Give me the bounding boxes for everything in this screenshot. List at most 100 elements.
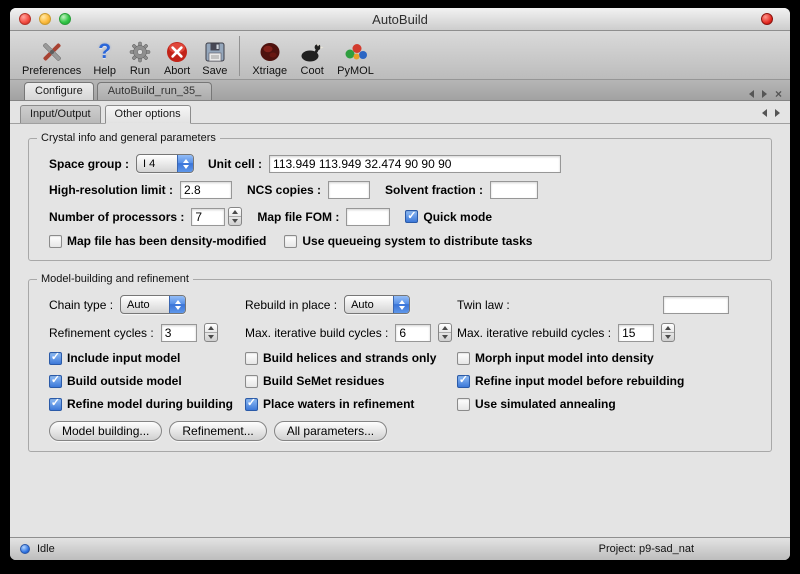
all-parameters-button[interactable]: All parameters...: [274, 421, 387, 441]
map-fom-input[interactable]: [346, 208, 390, 226]
toolbar-item-run[interactable]: Run: [122, 37, 158, 78]
window-title: AutoBuild: [372, 12, 428, 27]
stepper-down-icon[interactable]: [439, 333, 451, 341]
toolbar-item-xtriage[interactable]: Xtriage: [246, 37, 293, 78]
rebuild-cycles-input[interactable]: [618, 324, 654, 342]
status-indicator-icon: [20, 544, 30, 554]
refinement-cycles-input[interactable]: [161, 324, 197, 342]
record-indicator-icon: [761, 13, 773, 25]
refine-before-rebuilding-checkbox[interactable]: Refine input model before rebuilding: [457, 374, 751, 388]
ncs-copies-input[interactable]: [328, 181, 370, 199]
space-group-value: I 4: [137, 155, 177, 172]
build-helices-strands-checkbox[interactable]: Build helices and strands only: [245, 351, 457, 365]
close-window-button[interactable]: [19, 13, 31, 25]
project-label: Project: p9-sad_nat: [599, 543, 694, 555]
toolbar: Preferences Help Run: [10, 31, 790, 80]
chain-row: Chain type : Auto Rebuild in place : Aut…: [49, 295, 751, 314]
checkbox-icon: [245, 352, 258, 365]
chain-type-select[interactable]: Auto: [120, 295, 186, 314]
refinement-cycles-field: Refinement cycles :: [49, 323, 245, 342]
density-modified-checkbox[interactable]: Map file has been density-modified: [49, 234, 266, 248]
checkbox-icon: [49, 352, 62, 365]
high-res-label: High-resolution limit :: [49, 183, 173, 197]
solvent-fraction-input[interactable]: [490, 181, 538, 199]
subtab-other-options[interactable]: Other options: [105, 105, 191, 124]
tab-nav-right-icon[interactable]: [762, 90, 767, 98]
checkbox-label: Build outside model: [67, 374, 182, 388]
resolution-row: High-resolution limit : NCS copies : Sol…: [49, 181, 751, 199]
rebuild-in-place-field: Rebuild in place : Auto: [245, 295, 457, 314]
build-cycles-input[interactable]: [395, 324, 431, 342]
stepper-down-icon[interactable]: [205, 333, 217, 341]
unit-cell-input[interactable]: [269, 155, 561, 173]
toolbar-item-abort[interactable]: Abort: [158, 37, 196, 78]
solvent-fraction-label: Solvent fraction :: [385, 183, 483, 197]
stepper-down-icon[interactable]: [662, 333, 674, 341]
stepper-up-icon[interactable]: [662, 324, 674, 333]
checkbox-label: Map file has been density-modified: [67, 234, 266, 248]
checkbox-label: Include input model: [67, 351, 180, 365]
subtab-nav-left-icon[interactable]: [762, 109, 767, 117]
rebuild-in-place-label: Rebuild in place :: [245, 298, 337, 312]
toolbar-item-help[interactable]: Help: [87, 37, 122, 78]
twin-law-label: Twin law :: [457, 298, 510, 312]
tab-nav-left-icon[interactable]: [749, 90, 754, 98]
place-waters-checkbox[interactable]: Place waters in refinement: [245, 397, 457, 411]
build-outside-model-checkbox[interactable]: Build outside model: [49, 374, 245, 388]
toolbar-separator: [239, 36, 240, 76]
checkbox-icon: [49, 375, 62, 388]
stepper-up-icon[interactable]: [205, 324, 217, 333]
refinement-button[interactable]: Refinement...: [169, 421, 266, 441]
status-text: Idle: [37, 543, 55, 555]
stepper-up-icon[interactable]: [229, 208, 241, 217]
checkbox-label: Build SeMet residues: [263, 374, 384, 388]
zoom-window-button[interactable]: [59, 13, 71, 25]
queueing-checkbox[interactable]: Use queueing system to distribute tasks: [284, 234, 532, 248]
tab-autobuild-run[interactable]: AutoBuild_run_35_: [97, 82, 213, 100]
checkbox-label: Use simulated annealing: [475, 397, 616, 411]
stepper-up-icon[interactable]: [439, 324, 451, 333]
rebuild-cycles-label: Max. iterative rebuild cycles :: [457, 326, 611, 340]
toolbar-item-save[interactable]: Save: [196, 37, 233, 78]
morph-input-model-checkbox[interactable]: Morph input model into density: [457, 351, 751, 365]
space-group-row: Space group : I 4 Unit cell :: [49, 154, 751, 173]
model-building-button[interactable]: Model building...: [49, 421, 162, 441]
space-group-label: Space group :: [49, 157, 129, 171]
high-res-input[interactable]: [180, 181, 232, 199]
twin-law-input[interactable]: [663, 296, 729, 314]
rebuild-cycles-field: Max. iterative rebuild cycles :: [457, 323, 751, 342]
dropdown-arrows-icon: [393, 296, 409, 313]
refine-during-building-checkbox[interactable]: Refine model during building: [49, 397, 245, 411]
rebuild-cycles-stepper[interactable]: [661, 323, 675, 342]
dropdown-arrows-icon: [177, 155, 193, 172]
checkbox-icon: [245, 375, 258, 388]
build-semet-residues-checkbox[interactable]: Build SeMet residues: [245, 374, 457, 388]
checkbox-icon: [284, 235, 297, 248]
simulated-annealing-checkbox[interactable]: Use simulated annealing: [457, 397, 751, 411]
toolbar-item-coot[interactable]: Coot: [293, 37, 331, 78]
map-fom-label: Map file FOM :: [257, 210, 339, 224]
subtab-input-output[interactable]: Input/Output: [20, 105, 101, 123]
checkbox-icon: [49, 398, 62, 411]
processors-input[interactable]: [191, 208, 225, 226]
quick-mode-checkbox[interactable]: Quick mode: [405, 210, 492, 224]
minimize-window-button[interactable]: [39, 13, 51, 25]
rebuild-in-place-select[interactable]: Auto: [344, 295, 410, 314]
processors-stepper[interactable]: [228, 207, 242, 226]
stepper-down-icon[interactable]: [229, 217, 241, 225]
toolbar-item-label: PyMOL: [337, 65, 374, 77]
tab-configure[interactable]: Configure: [24, 82, 94, 100]
checkbox-icon: [405, 210, 418, 223]
checkbox-label: Build helices and strands only: [263, 351, 436, 365]
toolbar-item-label: Abort: [164, 65, 190, 77]
refinement-cycles-stepper[interactable]: [204, 323, 218, 342]
include-input-model-checkbox[interactable]: Include input model: [49, 351, 245, 365]
build-cycles-stepper[interactable]: [438, 323, 452, 342]
space-group-select[interactable]: I 4: [136, 154, 194, 173]
crystal-groupbox: Crystal info and general parameters Spac…: [28, 138, 772, 261]
toolbar-item-label: Save: [202, 65, 227, 77]
toolbar-item-pymol[interactable]: PyMOL: [331, 37, 380, 78]
help-icon: [98, 38, 111, 65]
subtab-nav-right-icon[interactable]: [775, 109, 780, 117]
toolbar-item-preferences[interactable]: Preferences: [16, 37, 87, 78]
